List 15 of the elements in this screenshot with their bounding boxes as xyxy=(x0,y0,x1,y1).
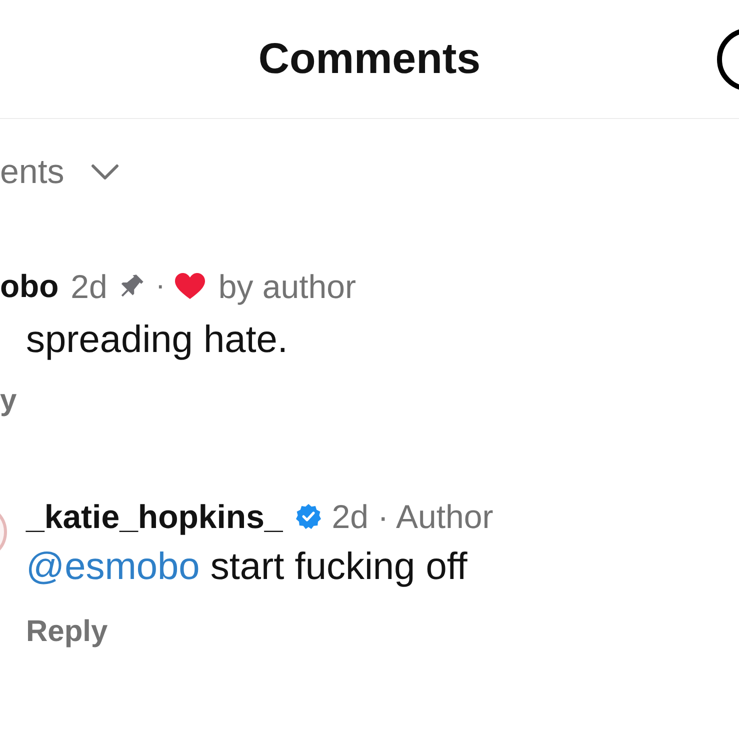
reply-link[interactable]: y xyxy=(0,386,17,416)
username[interactable]: obo xyxy=(0,270,59,302)
mention-link[interactable]: @esmobo xyxy=(26,546,200,588)
comment-text: @esmobo start fucking off xyxy=(26,548,468,586)
timestamp: 2d xyxy=(70,270,108,302)
comment-text: spreading hate. xyxy=(26,321,288,359)
liked-by-author-label: by author xyxy=(218,270,356,302)
timestamp: 2d · Author xyxy=(332,500,494,532)
sort-label[interactable]: ents xyxy=(0,155,64,189)
separator-dot: · xyxy=(155,271,166,301)
page-title: Comments xyxy=(258,38,481,80)
reply-link[interactable]: Reply xyxy=(26,617,108,647)
username[interactable]: _katie_hopkins_ xyxy=(26,500,283,532)
circle-outline-icon xyxy=(717,28,739,91)
chevron-down-icon xyxy=(91,164,120,180)
